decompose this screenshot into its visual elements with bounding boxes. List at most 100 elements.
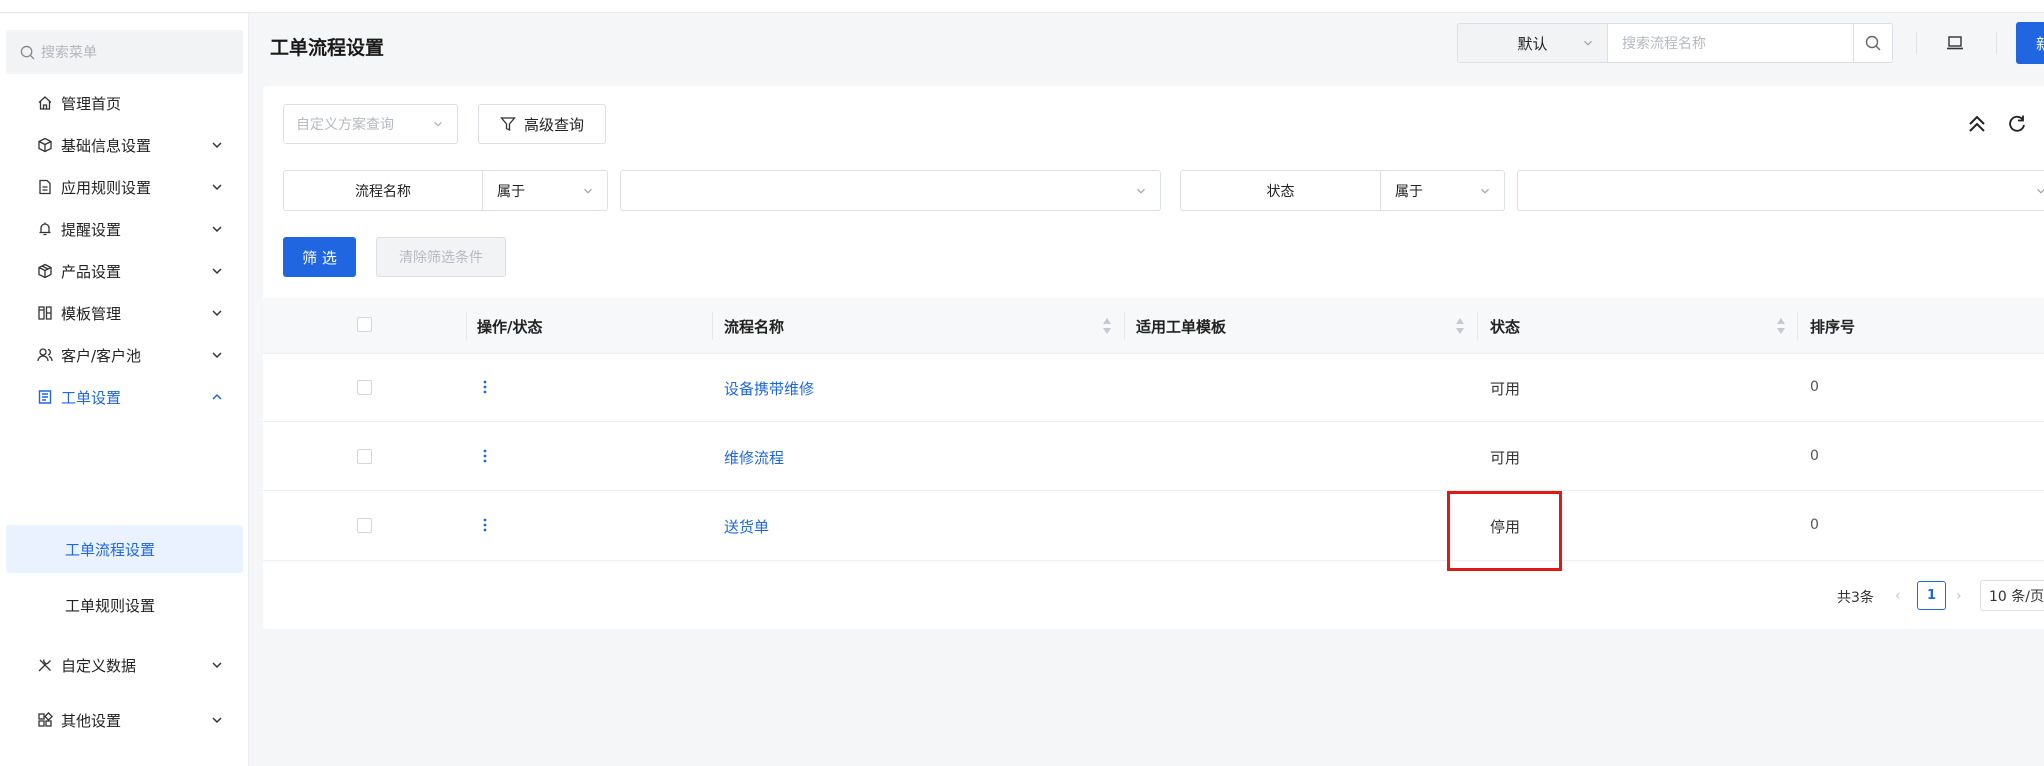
more-actions-icon[interactable] <box>483 517 487 533</box>
sidebar-item-other-settings[interactable]: 其他设置 <box>0 697 249 743</box>
search-button[interactable] <box>1853 23 1893 63</box>
sidebar-item-reminders[interactable]: 提醒设置 <box>0 206 249 252</box>
sidebar-item-home[interactable]: 管理首页 <box>0 80 249 126</box>
chevron-down-icon <box>1481 188 1489 194</box>
sidebar-subitem-label: 工单规则设置 <box>65 596 156 615</box>
chevron-up-icon <box>212 393 222 400</box>
bell-icon <box>35 219 55 239</box>
filter-label: 流程名称 <box>355 183 411 200</box>
filter-operator-select[interactable]: 属于 <box>1381 170 1505 211</box>
filter-field-process-name: 流程名称 <box>283 170 483 211</box>
screen-icon[interactable] <box>1944 32 1966 54</box>
chevron-down-icon <box>212 352 222 359</box>
sidebar-item-label: 客户/客户池 <box>61 346 142 365</box>
custom-scheme-select[interactable]: 自定义方案查询 <box>283 104 458 144</box>
order-cell: 0 <box>1810 448 1819 464</box>
content-card <box>263 86 2044 629</box>
filter-operator-select[interactable]: 属于 <box>483 170 608 211</box>
row-checkbox[interactable] <box>357 380 372 395</box>
refresh-icon[interactable] <box>2006 113 2028 135</box>
status-cell: 可用 <box>1490 380 1521 398</box>
prev-page-icon[interactable]: ‹ <box>1895 588 1901 604</box>
sidebar-subitem-workorder-process[interactable]: 工单流程设置 <box>6 525 243 573</box>
filter-button[interactable]: 筛 选 <box>283 237 356 277</box>
more-actions-icon[interactable] <box>483 448 487 464</box>
sidebar-item-app-rules[interactable]: 应用规则设置 <box>0 164 249 210</box>
workorder-icon <box>35 387 55 407</box>
sidebar-subitem-workorder-rules[interactable]: 工单规则设置 <box>6 581 243 629</box>
new-button[interactable]: 新 <box>2016 22 2044 64</box>
search-icon <box>1865 35 1881 51</box>
next-page-icon[interactable]: › <box>1956 588 1962 604</box>
chevron-down-icon <box>1137 188 1145 194</box>
sidebar-item-products[interactable]: 产品设置 <box>0 248 249 294</box>
top-bar <box>0 0 2044 13</box>
divider <box>1996 32 1997 54</box>
view-select-value: 默认 <box>1517 34 1548 53</box>
view-select[interactable]: 默认 <box>1457 23 1608 63</box>
sidebar-item-label: 自定义数据 <box>61 656 137 675</box>
chevron-down-icon <box>2037 188 2044 194</box>
chevron-down-icon <box>212 717 222 724</box>
sidebar-item-label: 提醒设置 <box>61 220 122 239</box>
sidebar-item-customers[interactable]: 客户/客户池 <box>0 332 249 378</box>
column-separator <box>466 312 467 340</box>
home-icon <box>35 93 55 113</box>
chevron-down-icon <box>1584 40 1592 46</box>
sidebar-item-custom-data[interactable]: 自定义数据 <box>0 642 249 688</box>
advanced-query-button[interactable]: 高级查询 <box>478 104 606 144</box>
chevron-down-icon <box>212 268 222 275</box>
column-separator <box>1124 312 1125 340</box>
column-header-template[interactable]: 适用工单模板 <box>1136 298 1226 354</box>
column-header-status[interactable]: 状态 <box>1490 298 1520 354</box>
tools-icon <box>35 655 55 675</box>
column-separator <box>712 312 713 340</box>
custom-scheme-placeholder: 自定义方案查询 <box>296 117 394 133</box>
menu-search-placeholder: 搜索菜单 <box>41 45 97 61</box>
filter-operator-value: 属于 <box>1395 183 1423 200</box>
column-header-process-name[interactable]: 流程名称 <box>724 298 784 354</box>
page-title: 工单流程设置 <box>270 37 385 59</box>
chevron-down-icon <box>434 121 442 127</box>
process-name-link[interactable]: 送货单 <box>724 516 769 537</box>
sidebar-item-label: 模板管理 <box>61 304 122 323</box>
filter-value-select[interactable] <box>1517 170 2044 211</box>
status-cell: 可用 <box>1490 449 1521 467</box>
process-search-placeholder: 搜索流程名称 <box>1622 36 1706 52</box>
chevron-down-icon <box>212 310 222 317</box>
menu-search-input[interactable]: 搜索菜单 <box>6 30 243 74</box>
select-all-checkbox[interactable] <box>357 317 372 332</box>
filter-operator-value: 属于 <box>497 183 525 200</box>
current-page-button[interactable]: 1 <box>1917 581 1946 610</box>
chevron-down-icon <box>212 142 222 149</box>
page-size-select[interactable]: 10 条/页 <box>1980 580 2044 611</box>
sidebar-item-label: 其他设置 <box>61 711 122 730</box>
sort-icon[interactable] <box>1102 313 1112 339</box>
row-divider <box>263 421 2044 422</box>
order-cell: 0 <box>1810 517 1819 533</box>
divider <box>1916 32 1917 54</box>
sidebar-item-label: 管理首页 <box>61 94 122 113</box>
search-icon <box>20 45 35 60</box>
sidebar-item-label: 产品设置 <box>61 262 122 281</box>
sidebar-item-templates[interactable]: 模板管理 <box>0 290 249 336</box>
filter-value-select[interactable] <box>620 170 1161 211</box>
collapse-up-icon[interactable] <box>1966 113 1988 135</box>
sidebar-item-workorder-settings[interactable]: 工单设置 <box>0 374 249 420</box>
pagination-total: 共3条 <box>1837 590 1874 606</box>
more-actions-icon[interactable] <box>483 379 487 395</box>
order-cell: 0 <box>1810 379 1819 395</box>
sidebar-item-basic-info[interactable]: 基础信息设置 <box>0 122 249 168</box>
clear-filters-button[interactable]: 清除筛选条件 <box>376 237 506 277</box>
process-search-input[interactable]: 搜索流程名称 <box>1607 23 1854 63</box>
box-icon <box>35 261 55 281</box>
row-checkbox[interactable] <box>357 518 372 533</box>
highlight-box <box>1447 491 1562 571</box>
process-name-link[interactable]: 维修流程 <box>724 447 784 468</box>
row-checkbox[interactable] <box>357 449 372 464</box>
sort-icon[interactable] <box>1455 313 1465 339</box>
chevron-down-icon <box>212 226 222 233</box>
sort-icon[interactable] <box>1776 313 1786 339</box>
process-name-link[interactable]: 设备携带维修 <box>724 378 814 399</box>
column-header-order: 排序号 <box>1810 317 1856 336</box>
